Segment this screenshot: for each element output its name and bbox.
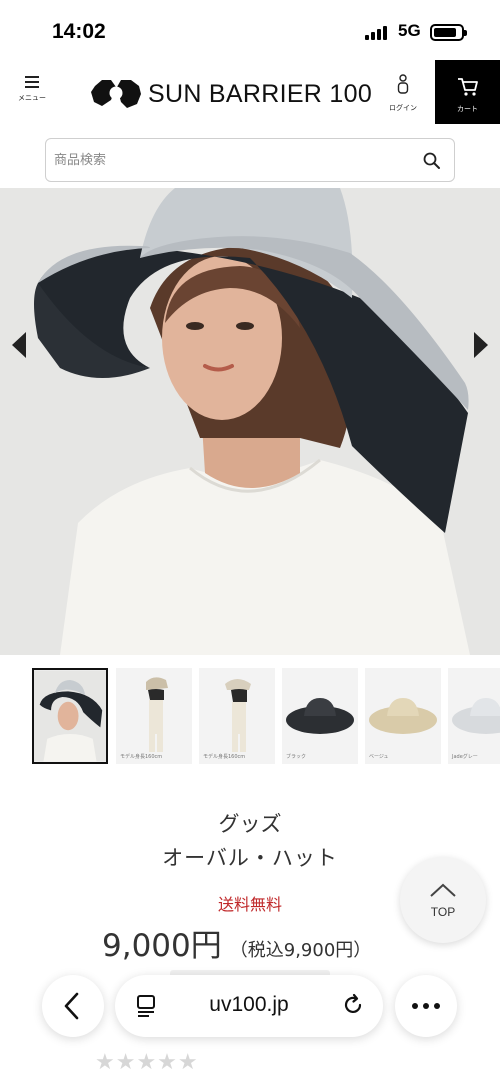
status-bar: 14:02 5G [0, 0, 500, 60]
thumbnail-item[interactable]: モデル身長160cm [199, 668, 275, 764]
next-image-arrow-icon[interactable] [468, 328, 492, 362]
menu-label: メニュー [18, 94, 46, 102]
model-hat-photo [0, 188, 500, 655]
price-row: 9,000円 （税込9,900円） [102, 920, 371, 965]
reload-icon[interactable] [341, 993, 365, 1017]
thumbnail-grey-hat [448, 668, 500, 764]
site-header: メニュー SUN BARRIER 100 ログイン カート [0, 60, 500, 124]
thumbnail-full-body-back [199, 668, 275, 764]
thumbnail-item[interactable]: モデル身長160cm [116, 668, 192, 764]
thumbnail-item[interactable]: ベージュ [365, 668, 441, 764]
browser-more-button[interactable] [395, 975, 457, 1037]
battery-icon [430, 24, 467, 41]
network-label: 5G [398, 21, 421, 40]
browser-toolbar: uv100.jp [0, 975, 500, 1037]
browser-address-bar[interactable]: uv100.jp [115, 975, 383, 1037]
logo-text: SUN BARRIER 100 [148, 79, 373, 108]
cart-button[interactable]: カート [435, 60, 500, 124]
browser-back-button[interactable] [42, 975, 104, 1037]
product-price: 9,000円 [102, 928, 222, 964]
thumbnail-item[interactable]: ブラック [282, 668, 358, 764]
thumbnail-black-hat [282, 668, 358, 764]
scroll-top-button[interactable]: TOP [400, 857, 486, 943]
signal-icon [365, 24, 391, 40]
cart-label: カート [457, 105, 478, 113]
search-input[interactable] [54, 147, 414, 173]
search-icon[interactable] [422, 151, 442, 171]
scroll-top-label: TOP [430, 905, 456, 919]
menu-button[interactable]: メニュー [10, 76, 54, 116]
product-main-image [0, 188, 500, 655]
status-time: 14:02 [52, 20, 106, 43]
thumbnail-caption: Jadeグレー [452, 754, 478, 760]
thumbnail-item[interactable] [32, 668, 108, 764]
cart-icon [457, 78, 478, 96]
more-dot-icon [412, 1003, 418, 1009]
login-label: ログイン [389, 104, 417, 112]
hamburger-icon [25, 76, 39, 88]
site-logo[interactable]: SUN BARRIER 100 [90, 78, 372, 110]
product-search [45, 138, 455, 182]
thumbnail-caption: ベージュ [369, 754, 389, 760]
thumbnail-beige-hat [365, 668, 441, 764]
product-category: グッズ [218, 812, 282, 836]
previous-image-arrow-icon[interactable] [8, 328, 32, 362]
more-dot-icon [423, 1003, 429, 1009]
thumbnail-caption: モデル身長160cm [203, 754, 246, 760]
chevron-left-icon [64, 992, 79, 1020]
thumbnail-full-body-front [116, 668, 192, 764]
more-dot-icon [434, 1003, 440, 1009]
thumbnail-caption: モデル身長160cm [120, 754, 163, 760]
logo-mark-icon [91, 80, 141, 108]
thumbnail-caption: ブラック [286, 754, 307, 760]
chevron-up-icon [430, 883, 456, 897]
user-icon [397, 74, 409, 94]
login-button[interactable]: ログイン [382, 74, 424, 120]
thumbnail-strip: モデル身長160cm モデル身長160cm ブラック ベージュ Jadeグレー [32, 668, 500, 764]
thumbnail-item[interactable]: Jadeグレー [448, 668, 500, 764]
product-price-tax: （税込9,900円） [229, 940, 372, 961]
rating-stars-icon: ★★★★★ [95, 1050, 199, 1075]
thumbnail-model-closeup [34, 670, 106, 762]
